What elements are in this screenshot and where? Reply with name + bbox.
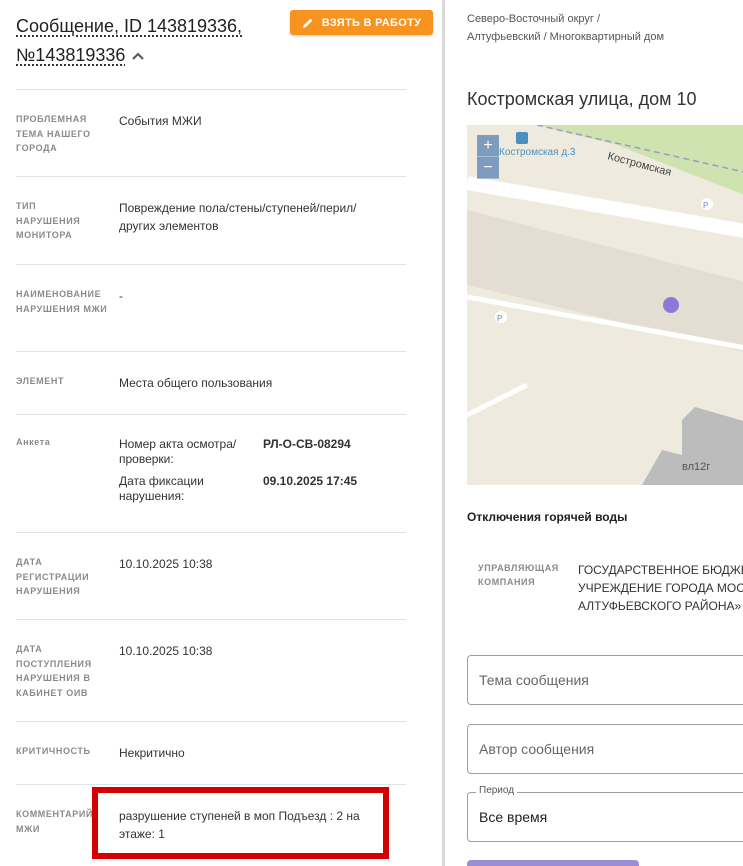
- field-row-element: ЭЛЕМЕНТ Места общего пользования: [16, 351, 406, 415]
- message-title: Сообщение, ID 143819336, №143819336: [16, 12, 286, 70]
- pencil-icon: [302, 18, 313, 28]
- field-label: ПРОБЛЕМНАЯ ТЕМА НАШЕГО ГОРОДА: [16, 114, 91, 153]
- field-row-receipt-date: ДАТА ПОСТУПЛЕНИЯ НАРУШЕНИЯ В КАБИНЕТ ОИВ…: [16, 619, 406, 721]
- field-label: Анкета: [16, 437, 51, 447]
- anketa-value: 09.10.2025 17:45: [263, 474, 358, 488]
- address-title: Костромская улица, дом 10: [467, 89, 697, 109]
- field-value: Некритично: [119, 746, 185, 760]
- anketa-value: РЛ-О-СВ-08294: [263, 437, 351, 451]
- hot-water-outages-link[interactable]: Отключения горячей воды: [467, 510, 627, 524]
- anketa-key: Номер акта осмотра/проверки:: [119, 437, 237, 466]
- field-label: КОММЕНТАРИЙ МЖИ: [16, 809, 92, 834]
- field-row-anketa: Анкета Номер акта осмотра/проверки: РЛ-О…: [16, 414, 406, 532]
- field-label: КРИТИЧНОСТЬ: [16, 746, 91, 756]
- message-title-line2[interactable]: №143819336: [16, 45, 125, 65]
- field-row-criticality: КРИТИЧНОСТЬ Некритично: [16, 721, 406, 785]
- bus-stop-label: Костромская д.3: [499, 147, 576, 158]
- field-row-violation-type: ТИП НАРУШЕНИЯ МОНИТОРА Повреждение пола/…: [16, 176, 406, 264]
- field-row-registration-date: ДАТА РЕГИСТРАЦИИ НАРУШЕНИЯ 10.10.2025 10…: [16, 532, 406, 620]
- topic-filter-input[interactable]: [468, 656, 728, 704]
- chevron-up-icon[interactable]: [131, 51, 145, 61]
- field-value: Места общего пользования: [119, 376, 273, 390]
- field-value: 10.10.2025 10:38: [119, 644, 213, 658]
- management-company-value: ГОСУДАРСТВЕННОЕ БЮДЖЕТНОЕ УЧРЕЖДЕНИЕ ГОР…: [578, 561, 743, 615]
- map-canvas[interactable]: Костромская Костромская д.3 вл12г P P: [467, 125, 743, 485]
- map-zoom-controls: + −: [477, 135, 499, 179]
- topic-filter-field[interactable]: [467, 655, 743, 705]
- field-value: События МЖИ: [119, 114, 202, 128]
- bus-stop-icon[interactable]: [516, 132, 528, 144]
- field-row-violation-name: НАИМЕНОВАНИЕ НАРУШЕНИЯ МЖИ -: [16, 264, 406, 352]
- field-row-problem-topic: ПРОБЛЕМНАЯ ТЕМА НАШЕГО ГОРОДА События МЖ…: [16, 89, 406, 177]
- field-value: -: [119, 289, 123, 303]
- field-label: ЭЛЕМЕНТ: [16, 376, 65, 386]
- field-value: Повреждение пола/стены/ступеней/перил/др…: [119, 201, 357, 233]
- period-label: Период: [476, 785, 518, 796]
- field-label: ТИП НАРУШЕНИЯ МОНИТОРА: [16, 201, 81, 240]
- location-breadcrumb: Северо-Восточный округ / Алтуфьевский / …: [467, 13, 665, 43]
- map-view[interactable]: Костромская Костромская д.3 вл12г P P + …: [467, 125, 743, 485]
- take-to-work-button[interactable]: ВЗЯТЬ В РАБОТУ: [290, 10, 433, 35]
- management-company-label: УПРАВЛЯЮЩАЯ КОМПАНИЯ: [478, 563, 559, 587]
- building-label: вл12г: [682, 461, 710, 473]
- message-details-panel: Сообщение, ID 143819336, №143819336 ВЗЯТ…: [0, 0, 443, 866]
- parking-label: P: [703, 201, 708, 210]
- comment-highlight-box: [92, 787, 389, 859]
- parking-label: P: [497, 314, 502, 323]
- location-panel: Северо-Восточный округ / Алтуфьевский / …: [445, 0, 743, 866]
- management-company-line: АЛТУФЬЕВСКОГО РАЙОНА»: [578, 599, 742, 613]
- field-value: 10.10.2025 10:38: [119, 557, 213, 571]
- author-filter-field[interactable]: [467, 724, 743, 774]
- field-label: ДАТА РЕГИСТРАЦИИ НАРУШЕНИЯ: [16, 557, 90, 596]
- anketa-key: Дата фиксации нарушения:: [119, 474, 204, 503]
- zoom-in-button[interactable]: +: [477, 135, 499, 157]
- period-value: Все время: [479, 809, 548, 825]
- management-company-line: УЧРЕЖДЕНИЕ ГОРОДА МОСКВЫ: [578, 581, 743, 595]
- message-title-line1[interactable]: Сообщение, ID 143819336,: [16, 16, 242, 36]
- field-label: НАИМЕНОВАНИЕ НАРУШЕНИЯ МЖИ: [16, 289, 108, 314]
- take-to-work-label: ВЗЯТЬ В РАБОТУ: [321, 16, 422, 29]
- period-select[interactable]: Период Все время: [467, 785, 743, 842]
- field-label: ДАТА ПОСТУПЛЕНИЯ НАРУШЕНИЯ В КАБИНЕТ ОИВ: [16, 644, 92, 698]
- location-marker[interactable]: [663, 297, 679, 313]
- management-company-line: ГОСУДАРСТВЕННОЕ БЮДЖЕТНОЕ: [578, 563, 743, 577]
- author-filter-input[interactable]: [468, 725, 728, 773]
- zoom-out-button[interactable]: −: [477, 157, 499, 179]
- search-button[interactable]: [467, 860, 639, 866]
